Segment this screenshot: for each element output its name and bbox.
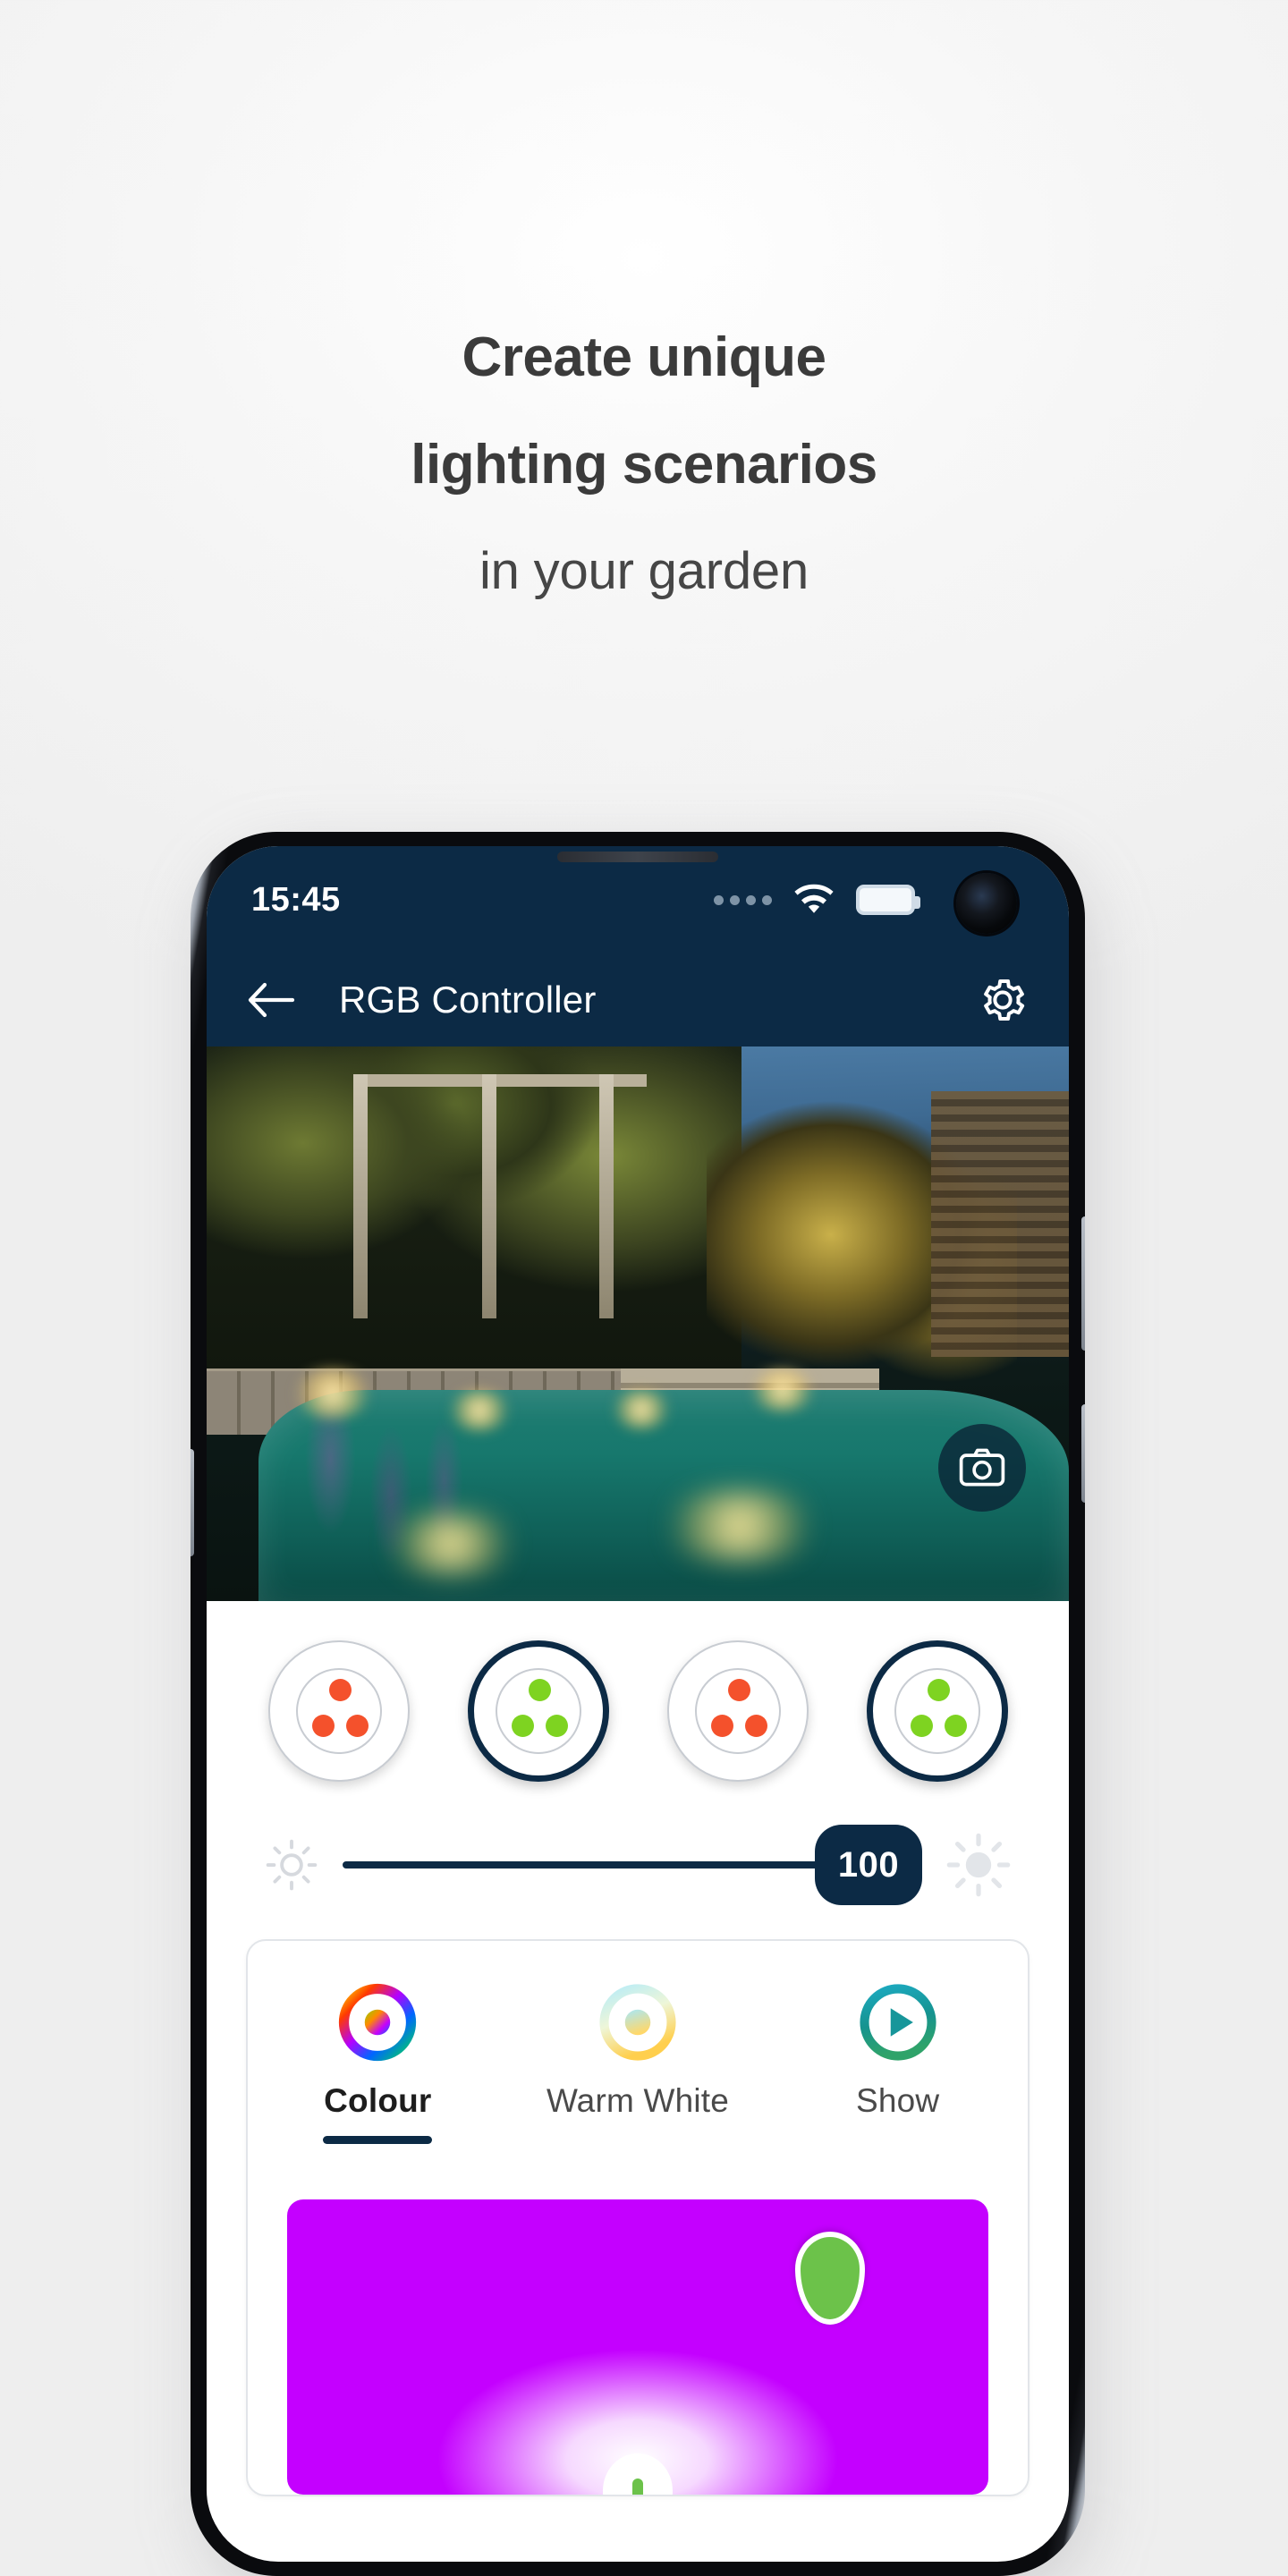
tab-label: Colour — [324, 2082, 432, 2119]
brightness-slider[interactable]: 100 — [343, 1825, 922, 1905]
tab-label: Warm White — [546, 2082, 730, 2119]
led-cluster-icon — [694, 1668, 781, 1754]
headline-block: Create unique lighting scenarios in your… — [0, 304, 1288, 624]
garden-hero-photo — [207, 1046, 1069, 1601]
signal-dots-icon — [714, 894, 772, 905]
tab-active-underline — [583, 2136, 692, 2144]
phone-mockup: 15:45 RGB Controller 100 Colour Warm Whi… — [191, 832, 1097, 2576]
sun-low-icon — [266, 1839, 318, 1891]
page-title: RGB Controller — [339, 979, 597, 1021]
headline-line-3: in your garden — [479, 542, 809, 600]
phone-screen: 15:45 RGB Controller 100 Colour Warm Whi… — [207, 846, 1069, 2562]
tab-colour[interactable]: Colour — [248, 1982, 508, 2149]
colour-picker-gradient[interactable] — [287, 2199, 988, 2495]
wifi-icon — [794, 884, 834, 913]
headline-line-1: Create unique — [462, 326, 826, 388]
led-preset-4[interactable] — [866, 1640, 1008, 1782]
headline-line-2: lighting scenarios — [411, 434, 877, 496]
tab-warm-white[interactable]: Warm White — [508, 1982, 768, 2149]
led-preset-3[interactable] — [666, 1640, 809, 1782]
camera-button[interactable] — [938, 1424, 1026, 1512]
status-bar: 15:45 — [207, 846, 1069, 953]
battery-full-icon — [856, 885, 920, 915]
brightness-control: 100 — [207, 1814, 1069, 1939]
tab-show[interactable]: Show — [767, 1982, 1028, 2149]
led-cluster-icon — [295, 1668, 382, 1754]
slider-thumb-value[interactable]: 100 — [815, 1825, 922, 1905]
mode-tabs: Colour Warm White Show — [248, 1982, 1028, 2149]
gear-icon[interactable] — [978, 975, 1028, 1025]
led-cluster-icon — [894, 1668, 980, 1754]
phone-volume-button[interactable] — [1081, 1216, 1085, 1351]
phone-power-button[interactable] — [1081, 1404, 1085, 1503]
led-preset-1[interactable] — [267, 1640, 410, 1782]
colour-marker-pin[interactable] — [795, 2232, 865, 2325]
tab-label: Show — [856, 2082, 940, 2119]
front-camera-punchhole — [956, 873, 1017, 934]
phone-body: 15:45 RGB Controller 100 Colour Warm Whi… — [191, 832, 1085, 2576]
tab-active-underline — [843, 2136, 953, 2144]
phone-left-button[interactable] — [191, 1449, 194, 1556]
play-show-icon — [860, 1984, 936, 2061]
led-preset-2[interactable] — [467, 1640, 609, 1782]
camera-icon — [959, 1448, 1005, 1487]
tab-active-underline — [323, 2136, 433, 2144]
back-arrow-icon[interactable] — [246, 982, 296, 1018]
white-marker-pin[interactable] — [603, 2453, 673, 2495]
status-clock: 15:45 — [251, 880, 341, 919]
warm-white-icon — [599, 1984, 676, 2061]
colour-wheel-icon — [339, 1983, 417, 2062]
mode-card: Colour Warm White Show — [246, 1939, 1030, 2496]
colour-picker-area — [248, 2149, 1028, 2495]
earpiece-speaker — [557, 852, 718, 862]
led-cluster-icon — [495, 1668, 581, 1754]
sun-high-icon — [946, 1833, 1011, 1897]
led-preset-row — [207, 1601, 1069, 1814]
app-bar: RGB Controller — [207, 953, 1069, 1046]
